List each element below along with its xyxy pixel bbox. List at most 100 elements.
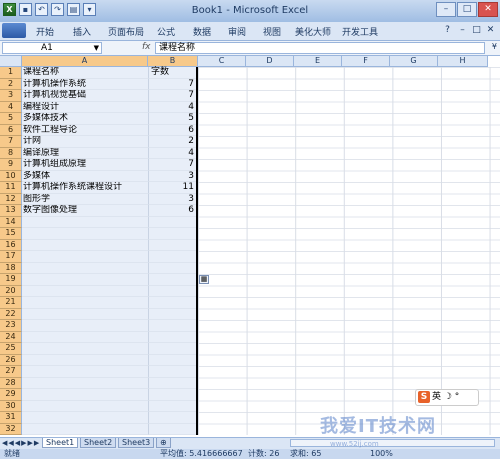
- column-header-a[interactable]: A: [22, 56, 148, 67]
- tab-page-layout[interactable]: 页面布局: [108, 25, 144, 38]
- cell-b[interactable]: [148, 354, 196, 366]
- cell-b[interactable]: [148, 343, 196, 355]
- zoom-level[interactable]: 100%: [370, 449, 393, 459]
- cell-a[interactable]: [22, 216, 148, 228]
- insert-function-icon[interactable]: fx: [142, 42, 151, 52]
- row-header[interactable]: 21: [0, 297, 22, 309]
- cell-a[interactable]: [22, 239, 148, 251]
- cell-b[interactable]: 5: [148, 113, 196, 125]
- cell-b[interactable]: 4: [148, 101, 196, 113]
- ribbon-restore-icon[interactable]: □: [470, 24, 483, 37]
- sheet-tab-3[interactable]: Sheet3: [118, 438, 155, 448]
- ribbon-minimize-icon[interactable]: –: [456, 24, 469, 37]
- cell-b[interactable]: 11: [148, 182, 196, 194]
- row-header[interactable]: 7: [0, 136, 22, 148]
- cell-a[interactable]: [22, 308, 148, 320]
- formula-input[interactable]: 课程名称: [155, 42, 485, 54]
- column-header-h[interactable]: H: [438, 56, 488, 67]
- cell-a[interactable]: [22, 262, 148, 274]
- cell-b[interactable]: [148, 308, 196, 320]
- cell-a[interactable]: [22, 389, 148, 401]
- expand-formula-bar-icon[interactable]: ¥: [492, 42, 497, 51]
- column-header-c[interactable]: C: [198, 56, 246, 67]
- row-header[interactable]: 1: [0, 67, 22, 79]
- help-icon[interactable]: ?: [441, 24, 454, 37]
- cell-a[interactable]: 多媒体技术: [22, 113, 148, 125]
- row-header[interactable]: 4: [0, 101, 22, 113]
- cell-a[interactable]: [22, 274, 148, 286]
- cell-b[interactable]: 7: [148, 159, 196, 171]
- cell-b[interactable]: [148, 423, 196, 435]
- minimize-button[interactable]: –: [436, 2, 456, 17]
- cell-b[interactable]: 4: [148, 147, 196, 159]
- cell-b[interactable]: 3: [148, 170, 196, 182]
- cell-a[interactable]: [22, 251, 148, 263]
- row-header[interactable]: 22: [0, 308, 22, 320]
- cell-a[interactable]: 编程设计: [22, 101, 148, 113]
- cell-a[interactable]: [22, 400, 148, 412]
- cell-a[interactable]: 数字图像处理: [22, 205, 148, 217]
- tab-formulas[interactable]: 公式: [157, 25, 175, 38]
- name-box[interactable]: A1 ▼: [2, 42, 102, 54]
- row-header[interactable]: 9: [0, 159, 22, 171]
- row-header[interactable]: 32: [0, 423, 22, 435]
- row-header[interactable]: 3: [0, 90, 22, 102]
- tab-developer[interactable]: 开发工具: [342, 25, 378, 38]
- cell-b[interactable]: 6: [148, 205, 196, 217]
- maximize-button[interactable]: □: [457, 2, 477, 17]
- cell-a[interactable]: [22, 423, 148, 435]
- row-header[interactable]: 5: [0, 113, 22, 125]
- row-header[interactable]: 6: [0, 124, 22, 136]
- empty-cells-area[interactable]: [198, 67, 500, 435]
- cell-a[interactable]: 多媒体: [22, 170, 148, 182]
- tab-beautify[interactable]: 美化大师: [295, 25, 331, 38]
- cell-a[interactable]: [22, 297, 148, 309]
- insert-sheet-icon[interactable]: ⊕: [156, 438, 171, 448]
- cell-b[interactable]: [148, 331, 196, 343]
- cell-a[interactable]: 图形学: [22, 193, 148, 205]
- row-header[interactable]: 29: [0, 389, 22, 401]
- cell-a[interactable]: 编译原理: [22, 147, 148, 159]
- row-header[interactable]: 16: [0, 239, 22, 251]
- ribbon-close-icon[interactable]: ✕: [484, 24, 497, 37]
- row-header[interactable]: 8: [0, 147, 22, 159]
- row-header[interactable]: 10: [0, 170, 22, 182]
- row-header[interactable]: 14: [0, 216, 22, 228]
- cell-a[interactable]: 计算机视觉基础: [22, 90, 148, 102]
- cell-a[interactable]: [22, 285, 148, 297]
- row-header[interactable]: 26: [0, 354, 22, 366]
- cell-b[interactable]: [148, 412, 196, 424]
- row-header[interactable]: 23: [0, 320, 22, 332]
- cell-a[interactable]: [22, 320, 148, 332]
- ime-toolbar[interactable]: S英 ☽ °: [415, 389, 479, 406]
- cell-a[interactable]: [22, 228, 148, 240]
- cell-a[interactable]: 计算机操作系统: [22, 78, 148, 90]
- cell-b[interactable]: 7: [148, 78, 196, 90]
- column-header-f[interactable]: F: [342, 56, 390, 67]
- cell-b[interactable]: [148, 274, 196, 286]
- tab-data[interactable]: 数据: [193, 25, 211, 38]
- row-header[interactable]: 25: [0, 343, 22, 355]
- cell-b[interactable]: 7: [148, 90, 196, 102]
- row-header[interactable]: 19: [0, 274, 22, 286]
- row-header[interactable]: 17: [0, 251, 22, 263]
- cell-b[interactable]: [148, 400, 196, 412]
- cell-b[interactable]: [148, 216, 196, 228]
- tab-review[interactable]: 审阅: [228, 25, 246, 38]
- tab-home[interactable]: 开始: [36, 25, 54, 38]
- cell-b[interactable]: [148, 320, 196, 332]
- tab-view[interactable]: 视图: [263, 25, 281, 38]
- row-header[interactable]: 24: [0, 331, 22, 343]
- cell-a[interactable]: 计算机组成原理: [22, 159, 148, 171]
- cell-b[interactable]: [148, 239, 196, 251]
- cell-a[interactable]: [22, 366, 148, 378]
- cell-b[interactable]: [148, 377, 196, 389]
- row-header[interactable]: 28: [0, 377, 22, 389]
- cell-a[interactable]: 软件工程导论: [22, 124, 148, 136]
- cell-b[interactable]: [148, 285, 196, 297]
- cell-a[interactable]: [22, 331, 148, 343]
- cell-b[interactable]: [148, 297, 196, 309]
- sheet-tab-2[interactable]: Sheet2: [80, 438, 117, 448]
- row-header[interactable]: 20: [0, 285, 22, 297]
- cell-a[interactable]: 计算机操作系统课程设计: [22, 182, 148, 194]
